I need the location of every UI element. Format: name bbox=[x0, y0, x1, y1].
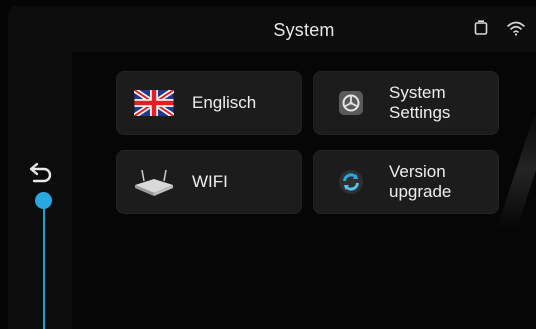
language-tile[interactable]: Englisch bbox=[116, 71, 302, 135]
scroll-handle[interactable] bbox=[35, 192, 52, 209]
version-upgrade-tile[interactable]: Version upgrade bbox=[313, 150, 499, 214]
top-bar: System bbox=[72, 6, 536, 52]
steering-wheel-settings-icon bbox=[323, 90, 379, 116]
language-label: Englisch bbox=[192, 93, 257, 112]
back-arrow-icon bbox=[29, 162, 52, 183]
wifi-tile[interactable]: WIFI bbox=[116, 150, 302, 214]
storage-icon bbox=[474, 20, 488, 35]
scroll-track[interactable] bbox=[43, 200, 45, 329]
page-title: System bbox=[273, 20, 335, 40]
wifi-label: WIFI bbox=[192, 172, 228, 191]
back-button[interactable] bbox=[24, 157, 58, 187]
refresh-upgrade-icon bbox=[323, 169, 379, 195]
status-icons bbox=[474, 20, 526, 36]
wifi-icon bbox=[507, 21, 525, 36]
router-icon bbox=[126, 167, 182, 197]
system-settings-label: System Settings bbox=[389, 83, 451, 122]
settings-panel: Englisch System Settings WIFI Version up… bbox=[72, 52, 536, 329]
screen-glare bbox=[496, 110, 536, 230]
version-upgrade-label: Version upgrade bbox=[389, 162, 452, 201]
uk-flag-icon bbox=[126, 90, 182, 116]
system-settings-tile[interactable]: System Settings bbox=[313, 71, 499, 135]
